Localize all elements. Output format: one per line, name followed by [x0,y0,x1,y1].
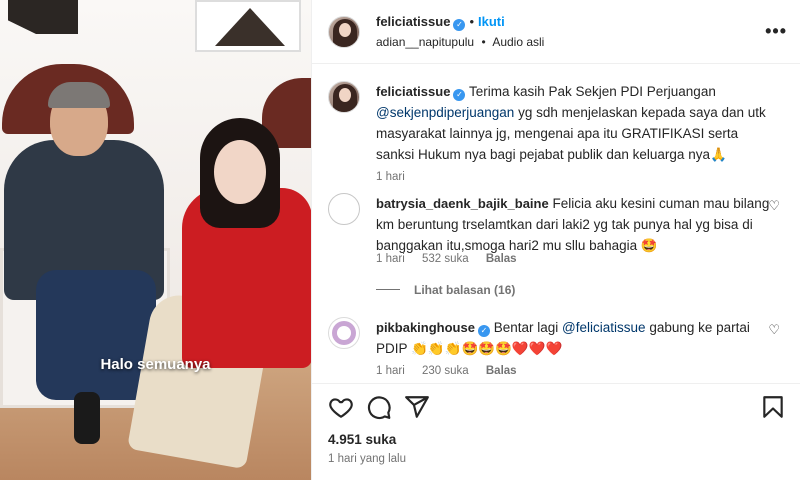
separator-dot: • [469,14,474,29]
comment-likes[interactable]: 230 suka [422,365,469,377]
comment-text: batrysia_daenk_bajik_baine Felicia aku k… [376,193,776,256]
verified-icon: ✓ [477,325,490,337]
audio-line: adian__napitupulu • Audio asli [376,35,544,49]
verified-icon: ✓ [453,89,466,101]
view-replies-label: Lihat balasan (16) [414,283,516,297]
likes-count[interactable]: 4.951 suka [328,432,396,447]
person-man-hair [48,82,110,108]
caption-text-start: Terima kasih Pak Sekjen PDI Perjuangan [468,84,716,99]
bookmark-icon[interactable] [760,394,786,420]
author-username[interactable]: feliciatissue [376,14,450,29]
more-options-icon[interactable]: ••• [765,22,787,40]
reply-button[interactable]: Balas [486,253,517,265]
share-icon[interactable] [404,394,430,420]
caption-text: feliciatissue ✓ Terima kasih Pak Sekjen P… [376,81,776,165]
comments-list[interactable]: feliciatissue ✓ Terima kasih Pak Sekjen P… [312,65,800,383]
comment-time[interactable]: 1 hari [376,171,405,183]
view-replies-button[interactable]: Lihat balasan (16) [376,283,515,297]
mention-link[interactable]: @feliciatissue [562,320,646,335]
heart-icon[interactable] [328,394,354,420]
video-caption: Halo semuanya [100,356,211,373]
comment-item: pikbakinghouse ✓ Bentar lagi @feliciatiss… [328,317,788,383]
post-video[interactable]: Halo semuanya [0,0,311,480]
post-timestamp[interactable]: 1 hari yang lalu [328,453,406,465]
comment-time[interactable]: 1 hari [376,365,405,377]
comment-username[interactable]: feliciatissue [376,84,450,99]
comment-username[interactable]: pikbakinghouse [376,320,475,335]
audio-link[interactable]: Audio asli [492,35,544,49]
comment-meta: 1 hari [376,171,419,183]
separator-dot: • [481,35,486,49]
commenter-avatar[interactable] [328,317,360,349]
decor-vent [195,0,301,52]
header-line: feliciatissue ✓ • Ikuti [376,14,505,31]
comment-icon[interactable] [366,394,392,420]
verified-icon: ✓ [453,19,466,31]
comment-like-heart-icon[interactable]: ♡ [768,322,780,338]
action-bar: 4.951 suka 1 hari yang lalu [312,383,800,480]
comment-text: pikbakinghouse ✓ Bentar lagi @feliciatiss… [376,317,776,359]
person-man-shoe [74,392,100,444]
comment-like-heart-icon[interactable]: ♡ [768,198,780,214]
replies-divider [376,289,400,290]
comment-likes[interactable]: 532 suka [422,253,469,265]
post-modal: Halo semuanya feliciatissue ✓ • Ikuti adian… [0,0,800,480]
mention-link[interactable]: @sekjenpdiperjuangan [376,105,514,120]
reply-button[interactable]: Balas [486,365,517,377]
comment-username[interactable]: batrysia_daenk_bajik_baine [376,196,549,211]
author-avatar[interactable] [328,81,360,113]
post-header: feliciatissue ✓ • Ikuti adian__napitupulu •… [312,0,800,64]
author-avatar[interactable] [328,16,360,48]
comment-time[interactable]: 1 hari [376,253,405,265]
audio-user-link[interactable]: adian__napitupulu [376,35,474,49]
follow-button[interactable]: Ikuti [478,14,505,29]
post-side-panel: feliciatissue ✓ • Ikuti adian__napitupulu •… [311,0,800,480]
commenter-avatar[interactable] [328,193,360,225]
comment-meta: 1 hari 532 suka Balas [376,253,531,265]
caption-comment: feliciatissue ✓ Terima kasih Pak Sekjen P… [328,81,788,183]
comment-item: batrysia_daenk_bajik_baine Felicia aku k… [328,193,788,279]
comment-body-start: Bentar lagi [493,320,559,335]
comment-meta: 1 hari 230 suka Balas [376,365,531,377]
person-woman-face [214,140,266,204]
